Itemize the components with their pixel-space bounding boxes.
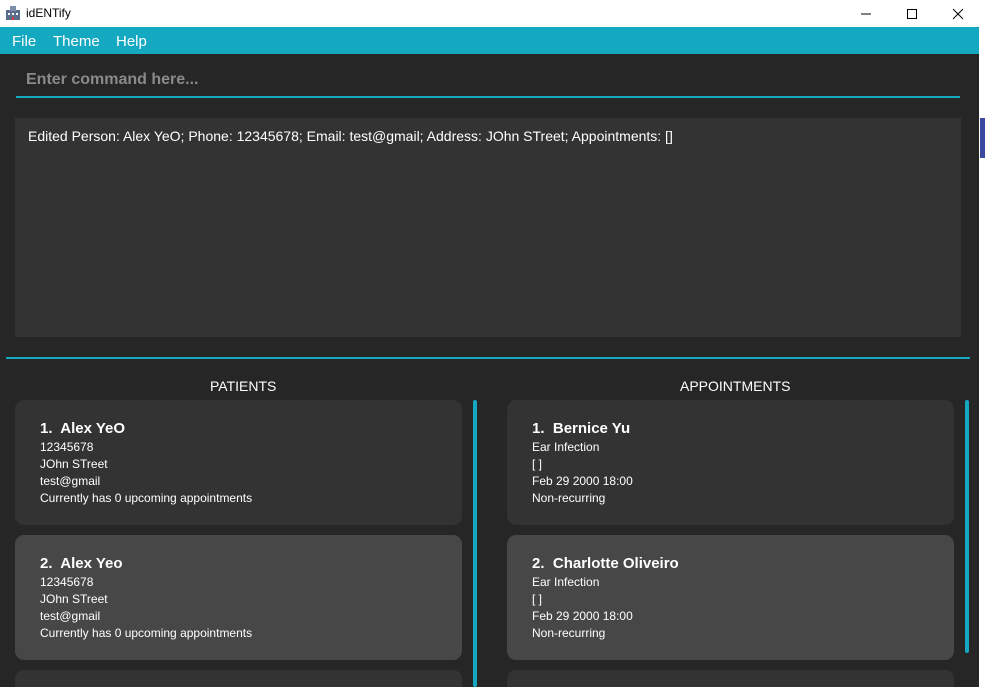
section-divider <box>6 357 970 359</box>
appointments-scrollbar[interactable] <box>965 400 969 653</box>
patient-appointment-count: Currently has 0 upcoming appointments <box>40 626 253 640</box>
patient-name: 2. Alex Yeo <box>40 555 123 572</box>
command-input[interactable] <box>26 71 950 89</box>
patient-phone: 12345678 <box>40 575 94 589</box>
appointment-datetime: Feb 29 2000 18:00 <box>532 609 633 623</box>
patient-card[interactable]: 2. Alex Yeo 12345678 JOhn STreet test@gm… <box>15 535 462 660</box>
appointment-card[interactable]: 2. Charlotte Oliveiro Ear Infection [ ] … <box>507 535 954 660</box>
patient-phone: 12345678 <box>40 440 94 454</box>
patient-appointment-count: Currently has 0 upcoming appointments <box>40 491 253 505</box>
background-window-tab <box>980 118 985 158</box>
appointment-reason: Ear Infection <box>532 575 600 589</box>
appointment-patient-name: 1. Bernice Yu <box>532 420 631 437</box>
appointment-tags: [ ] <box>532 457 543 471</box>
patient-address: JOhn STreet <box>40 457 108 471</box>
patient-address: JOhn STreet <box>40 592 108 606</box>
appointment-recurrence: Non-recurring <box>532 491 606 505</box>
patient-card[interactable]: 1. Alex YeO 12345678 JOhn STreet test@gm… <box>15 400 462 525</box>
appointment-tags: [ ] <box>532 592 543 606</box>
appointment-card[interactable] <box>507 670 954 687</box>
menu-theme[interactable]: Theme <box>53 33 100 50</box>
appointment-datetime: Feb 29 2000 18:00 <box>532 474 633 488</box>
window-title: idENTify <box>26 6 71 20</box>
minimize-icon <box>861 13 871 14</box>
appointment-patient-name: 2. Charlotte Oliveiro <box>532 555 679 572</box>
appointment-recurrence: Non-recurring <box>532 626 606 640</box>
patient-email: test@gmail <box>40 474 101 488</box>
result-text: Edited Person: Alex YeO; Phone: 12345678… <box>28 128 673 144</box>
menu-help[interactable]: Help <box>116 33 147 50</box>
patient-card[interactable] <box>15 670 462 687</box>
maximize-button[interactable] <box>889 0 935 27</box>
patients-scrollbar[interactable] <box>473 400 477 687</box>
menu-file[interactable]: File <box>12 33 36 50</box>
patients-title: PATIENTS <box>210 378 277 394</box>
appointment-reason: Ear Infection <box>532 440 600 454</box>
appointment-card[interactable]: 1. Bernice Yu Ear Infection [ ] Feb 29 2… <box>507 400 954 525</box>
menu-bar: File Theme Help <box>0 27 979 54</box>
result-display: Edited Person: Alex YeO; Phone: 12345678… <box>15 118 961 337</box>
patient-name: 1. Alex YeO <box>40 420 126 437</box>
patient-email: test@gmail <box>40 609 101 623</box>
app-icon <box>6 6 20 20</box>
close-button[interactable] <box>935 0 981 27</box>
title-bar: idENTify <box>0 0 985 27</box>
close-icon <box>952 8 964 19</box>
maximize-icon <box>907 8 917 19</box>
appointments-title: APPOINTMENTS <box>680 378 791 394</box>
command-box <box>16 62 960 98</box>
minimize-button[interactable] <box>843 0 889 27</box>
